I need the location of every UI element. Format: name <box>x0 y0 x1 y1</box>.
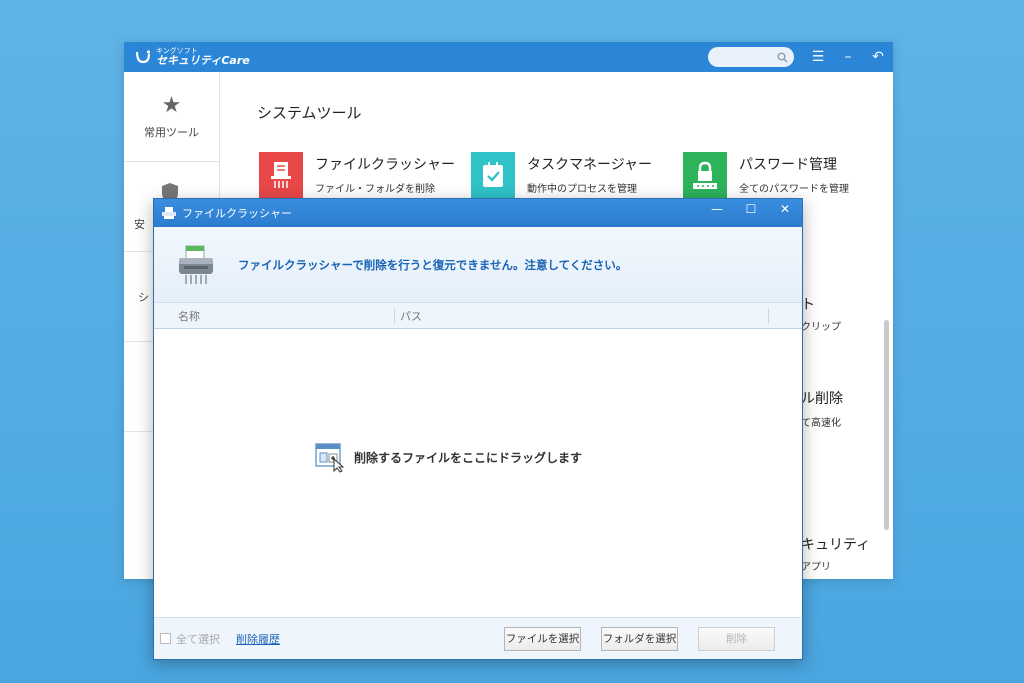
logo-main-text: セキュリティCare <box>156 54 250 67</box>
select-all-checkbox[interactable]: 全て選択 <box>160 631 220 647</box>
sidebar-item-label: 常用ツール <box>144 126 199 139</box>
maximize-icon[interactable]: ☐ <box>734 199 768 219</box>
dialog-header: ファイルクラッシャーで削除を行うと復元できません。注意してください。 <box>154 227 802 303</box>
tool-name: タスクマネージャー <box>527 157 653 173</box>
partial-tool-desc: アプリ <box>801 562 831 573</box>
delete-button[interactable]: 削除 <box>698 626 775 651</box>
file-shredder-icon <box>259 152 303 198</box>
menu-icon[interactable]: ☰ <box>811 49 825 65</box>
clipboard-check-icon <box>471 152 515 198</box>
app-titlebar: キングソフト セキュリティCare ☰ – ↶ <box>124 42 893 72</box>
warning-message: ファイルクラッシャーで削除を行うと復元できません。注意してください。 <box>238 257 628 272</box>
minimize-icon[interactable]: – <box>841 49 855 65</box>
dialog-title: ファイルクラッシャー <box>182 207 292 220</box>
search-icon[interactable] <box>777 52 788 63</box>
select-folder-button[interactable]: フォルダを選択 <box>601 626 678 651</box>
checkbox-box[interactable] <box>160 633 171 644</box>
partial-tool-label: ト <box>801 297 815 313</box>
sidebar-item-common-tools[interactable]: ★ 常用ツール <box>124 72 219 162</box>
partial-tool-desc: て高速化 <box>801 418 841 429</box>
dialog-titlebar: ファイルクラッシャー — ☐ ✕ <box>154 199 802 227</box>
tool-desc: 動作中のプロセスを管理 <box>527 184 637 195</box>
tool-name: パスワード管理 <box>739 157 837 173</box>
tool-name: ファイルクラッシャー <box>315 157 455 173</box>
minimize-icon[interactable]: — <box>700 199 734 219</box>
tool-desc: ファイル・フォルダを削除 <box>315 184 435 195</box>
drop-hint-text: 削除するファイルをここにドラッグします <box>354 450 583 465</box>
sidebar-item-label: シ <box>138 290 149 304</box>
tool-task-manager[interactable]: タスクマネージャー 動作中のプロセスを管理 <box>471 152 671 198</box>
drag-file-icon <box>315 443 345 473</box>
drop-hint: 削除するファイルをここにドラッグします <box>314 441 582 473</box>
list-header: 名称 パス <box>154 303 802 329</box>
partial-tool-label: キュリティ <box>801 537 871 553</box>
sidebar-item-label: 安 <box>134 217 145 231</box>
column-divider[interactable] <box>768 309 769 323</box>
dialog-footer: 全て選択 削除履歴 ファイルを選択 フォルダを選択 削除 <box>154 617 802 659</box>
column-name[interactable]: 名称 <box>178 308 200 324</box>
close-icon[interactable]: ✕ <box>768 199 802 219</box>
back-icon[interactable]: ↶ <box>871 49 885 65</box>
app-logo: キングソフト セキュリティCare <box>134 48 250 66</box>
file-crusher-dialog: ファイルクラッシャー — ☐ ✕ ファイルクラッシャーで削除を行うと復元できませ… <box>153 198 803 660</box>
file-drop-area[interactable]: 削除するファイルをここにドラッグします <box>154 329 802 617</box>
shredder-small-icon <box>162 207 176 219</box>
star-icon: ★ <box>161 93 182 118</box>
select-all-label: 全て選択 <box>176 632 220 646</box>
search-input[interactable] <box>708 47 794 67</box>
partial-tool-label: ル削除 <box>801 391 843 407</box>
column-path[interactable]: パス <box>400 308 422 324</box>
tool-desc: 全てのパスワードを管理 <box>739 184 849 195</box>
tool-file-crusher[interactable]: ファイルクラッシャー ファイル・フォルダを削除 <box>259 152 459 198</box>
tool-password-manager[interactable]: パスワード管理 全てのパスワードを管理 <box>683 152 883 198</box>
section-title: システムツール <box>257 104 362 122</box>
scrollbar[interactable] <box>884 320 889 530</box>
partial-tool-desc: クリップ <box>801 322 841 333</box>
logo-icon <box>135 50 151 64</box>
shredder-icon <box>179 245 213 284</box>
lock-icon <box>683 152 727 198</box>
column-divider[interactable] <box>394 309 395 323</box>
delete-history-link[interactable]: 削除履歴 <box>236 631 280 647</box>
select-file-button[interactable]: ファイルを選択 <box>504 626 581 651</box>
